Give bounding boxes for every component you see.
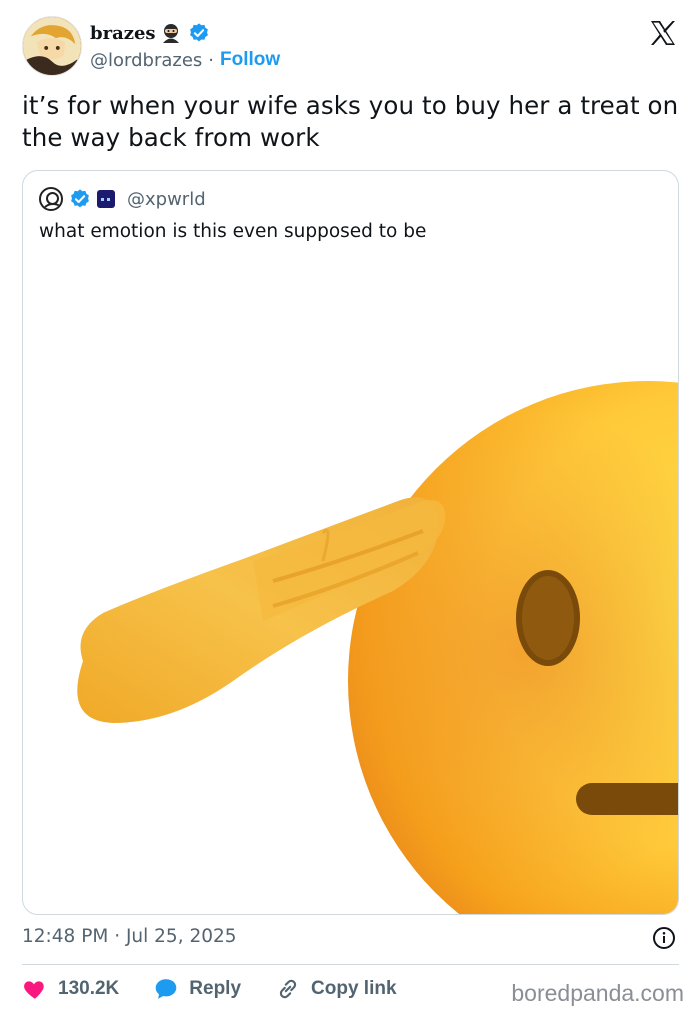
reply-label: Reply bbox=[189, 978, 242, 999]
saluting-face-emoji-image[interactable] bbox=[23, 261, 678, 914]
pixel-badge-icon bbox=[97, 190, 115, 208]
ninja-emoji-icon bbox=[160, 22, 182, 44]
reply-button[interactable]: Reply bbox=[153, 976, 241, 1002]
like-count: 130.2K bbox=[58, 978, 120, 999]
follow-button[interactable]: Follow bbox=[220, 49, 280, 71]
tweet-timestamp[interactable]: 12:48 PM · Jul 25, 2025 bbox=[22, 926, 237, 947]
author-name-row: brazes bbox=[90, 20, 210, 46]
reply-bubble-icon bbox=[155, 979, 177, 999]
info-icon[interactable] bbox=[652, 926, 676, 950]
quote-avatar[interactable] bbox=[39, 187, 63, 211]
footer-divider bbox=[22, 964, 679, 965]
separator-dot: · bbox=[208, 49, 215, 71]
quoted-tweet[interactable]: @xpwrld what emotion is this even suppos… bbox=[22, 170, 679, 915]
x-logo-icon[interactable] bbox=[648, 18, 678, 48]
author-handle[interactable]: @lordbrazes bbox=[90, 50, 202, 71]
heart-icon bbox=[24, 981, 44, 999]
like-button[interactable]: 130.2K bbox=[22, 976, 119, 1002]
verified-icon bbox=[188, 22, 210, 44]
author-display-name[interactable]: brazes bbox=[90, 23, 156, 44]
copy-link-button[interactable]: Copy link bbox=[275, 976, 397, 1002]
verified-icon bbox=[69, 188, 91, 210]
link-icon bbox=[279, 979, 297, 999]
action-bar: 130.2K Reply Copy link bbox=[22, 974, 431, 1004]
tweet-text: it’s for when your wife asks you to buy … bbox=[22, 91, 679, 152]
watermark: boredpanda.com bbox=[511, 980, 684, 1006]
author-avatar[interactable] bbox=[22, 16, 82, 76]
author-handle-row: @lordbrazes · Follow bbox=[90, 48, 280, 72]
quote-text: what emotion is this even supposed to be bbox=[39, 221, 427, 242]
copy-link-label: Copy link bbox=[311, 978, 397, 999]
quote-header: @xpwrld bbox=[39, 187, 206, 211]
tweet-card: brazes @lordbrazes · Follow it’s for whe… bbox=[0, 0, 700, 1017]
quote-handle[interactable]: @xpwrld bbox=[127, 189, 206, 210]
